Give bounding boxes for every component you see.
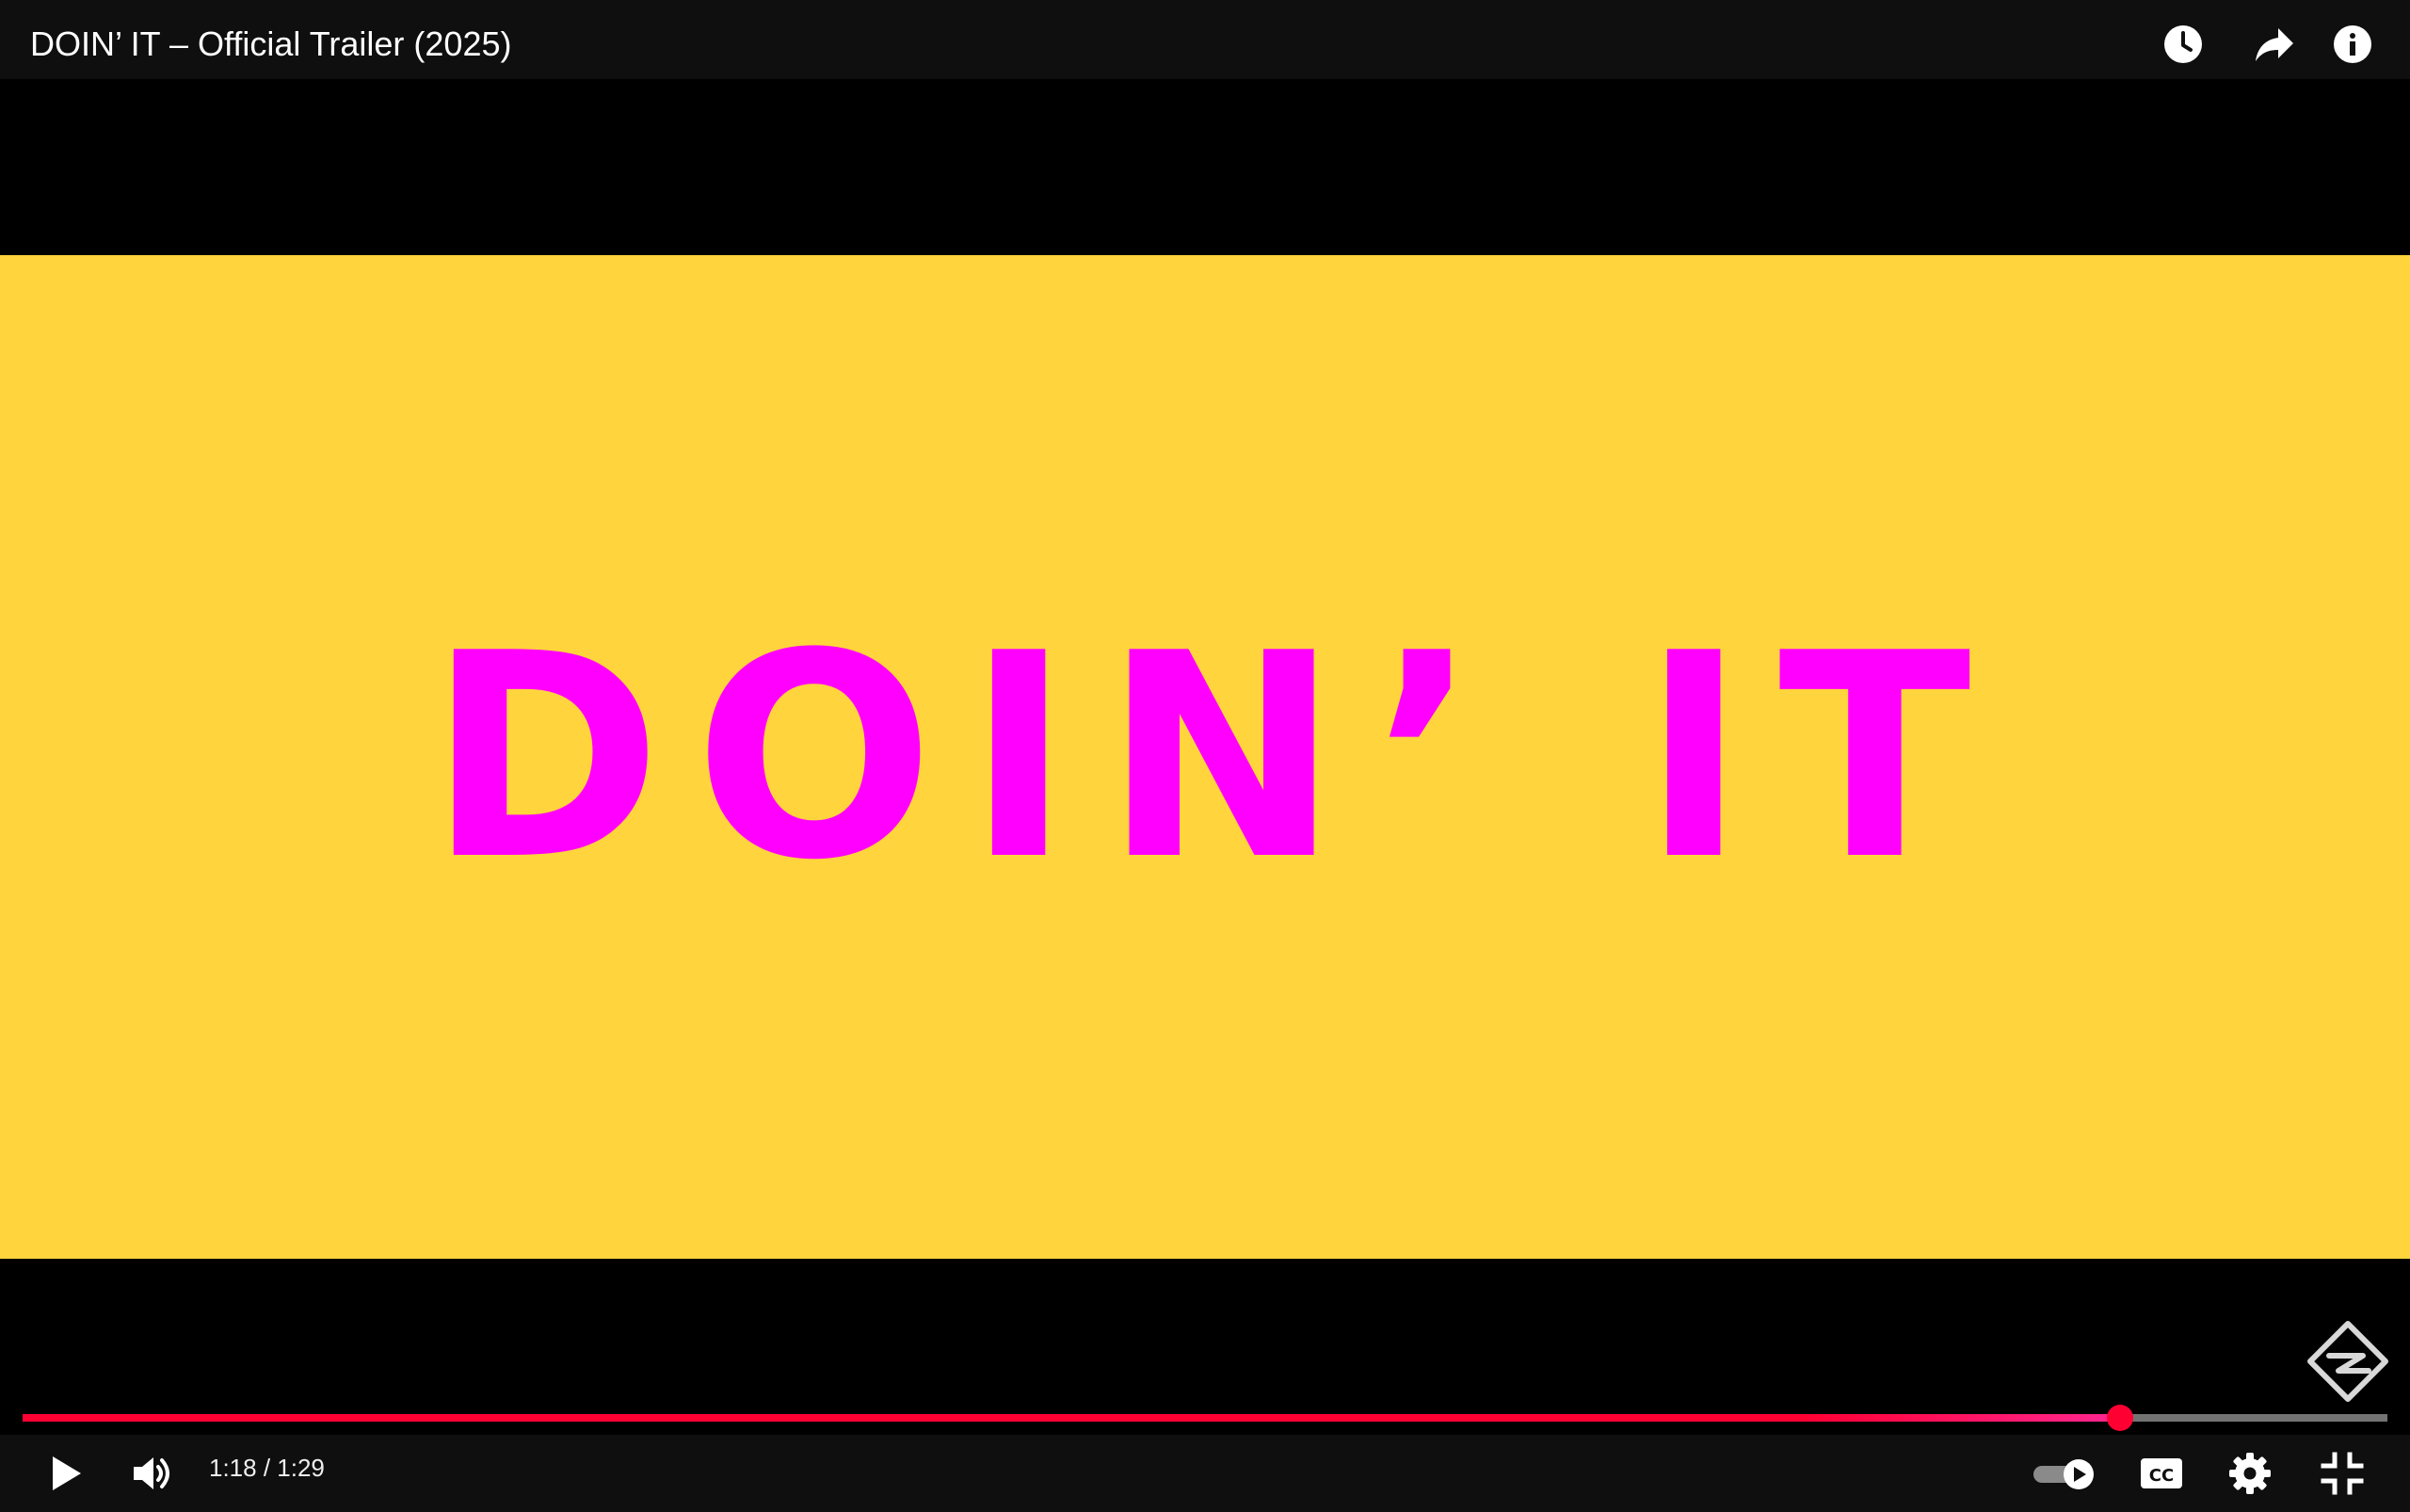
captions-label: CC: [2149, 1466, 2174, 1486]
volume-icon[interactable]: [130, 1451, 175, 1496]
watch-later-icon[interactable]: [2163, 24, 2203, 64]
progress-bar[interactable]: [23, 1405, 2387, 1431]
video-player[interactable]: DOIN’ IT – Official Trailer (2025) DOIN’…: [0, 0, 2410, 1512]
autoplay-toggle-icon[interactable]: [2030, 1451, 2097, 1496]
captions-icon[interactable]: CC: [2139, 1451, 2184, 1496]
share-icon[interactable]: [2254, 24, 2295, 64]
play-icon[interactable]: [41, 1451, 87, 1496]
video-frame-title-card: DOIN’ IT: [427, 592, 2003, 922]
progress-played: [23, 1414, 2121, 1422]
exit-fullscreen-icon[interactable]: [2320, 1451, 2365, 1496]
video-title[interactable]: DOIN’ IT – Official Trailer (2025): [30, 0, 512, 88]
channel-watermark-icon[interactable]: [2306, 1320, 2389, 1403]
info-icon[interactable]: [2333, 24, 2372, 64]
progress-scrubber[interactable]: [2107, 1405, 2134, 1431]
settings-icon[interactable]: [2227, 1451, 2273, 1496]
control-bar: 1:18 / 1:29 CC: [0, 1435, 2410, 1512]
top-bar: DOIN’ IT – Official Trailer (2025): [0, 0, 2410, 79]
video-frame[interactable]: DOIN’ IT: [0, 255, 2410, 1259]
time-display: 1:18 / 1:29: [209, 1454, 325, 1482]
